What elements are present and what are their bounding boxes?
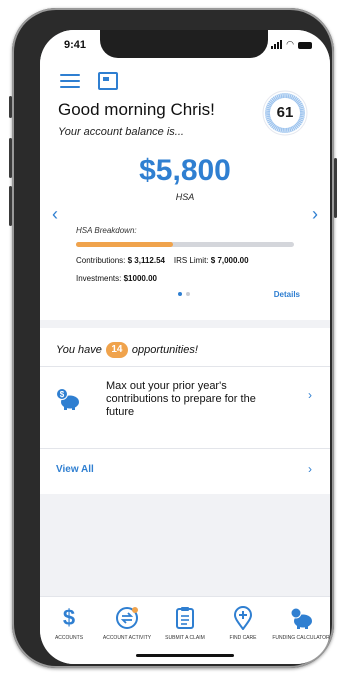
svg-text:$: $ — [60, 390, 65, 399]
opportunities-card: You have 14 opportunities! $ Max out you… — [40, 328, 330, 494]
battery-icon — [298, 42, 312, 49]
account-type: HSA — [175, 192, 195, 202]
balance-amount: $5,800 — [139, 154, 231, 187]
breakdown-label: HSA Breakdown: — [76, 226, 137, 235]
tab-label: ACCOUNT ACTIVITY — [102, 635, 152, 641]
next-account-chevron-icon[interactable]: › — [312, 204, 318, 225]
balance-card: Good morning Chris! Your account balance… — [40, 30, 330, 320]
wifi-icon: ◠ — [286, 39, 294, 49]
side-button — [9, 186, 12, 226]
side-button — [9, 138, 12, 178]
details-link[interactable]: Details — [274, 290, 300, 299]
tab-funding-calculator[interactable]: FUNDING CALCULATOR — [272, 605, 330, 641]
contribution-progress-bar — [76, 242, 294, 247]
balance-label: Your account balance is... — [58, 126, 184, 138]
status-icons: ◠ — [271, 40, 312, 49]
chevron-right-icon: › — [308, 388, 312, 402]
tab-accounts[interactable]: $ ACCOUNTS — [40, 605, 98, 641]
wellness-score[interactable]: 61 — [262, 90, 308, 136]
page-dot — [186, 292, 190, 296]
divider — [40, 448, 330, 449]
clipboard-icon — [156, 605, 214, 631]
investments-label: Investments: — [76, 274, 122, 283]
irs-limit-label: IRS Limit: — [173, 256, 209, 265]
status-time: 9:41 — [64, 39, 87, 51]
menu-icon[interactable] — [60, 74, 80, 92]
contribution-progress-fill — [76, 242, 173, 247]
opportunities-count-badge: 14 — [105, 342, 128, 358]
greeting: Good morning Chris! — [58, 100, 215, 119]
side-button — [9, 96, 12, 118]
tab-find-care[interactable]: FIND CARE — [214, 605, 272, 641]
divider — [40, 366, 330, 367]
tab-label: FIND CARE — [229, 635, 257, 641]
phone-frame: 9:41 ◠ Good morning Chris! Your account … — [9, 8, 337, 668]
location-pin-plus-icon — [214, 605, 272, 631]
contributions-label: Contributions: — [76, 256, 126, 265]
signal-icon — [271, 40, 283, 49]
tab-label: ACCOUNTS — [54, 635, 84, 641]
opportunities-suffix: opportunities! — [131, 344, 198, 356]
chevron-right-icon[interactable]: › — [308, 462, 312, 476]
home-indicator — [136, 654, 234, 657]
tab-label: FUNDING CALCULATOR — [272, 635, 330, 641]
irs-limit-value: $ 7,000.00 — [210, 256, 249, 265]
previous-account-chevron-icon[interactable]: ‹ — [52, 204, 58, 225]
tab-submit-claim[interactable]: SUBMIT A CLAIM — [156, 605, 214, 641]
opportunity-text: Max out your prior year's contributions … — [106, 380, 256, 418]
contributions-value: $ 3,112.54 — [127, 256, 165, 265]
piggy-bank-dollar-icon: $ — [56, 388, 79, 410]
investments-row: Investments: $1000.00 — [76, 274, 157, 283]
account-activity-icon — [98, 605, 156, 631]
opportunities-prefix: You have — [56, 344, 102, 356]
contributions-row: Contributions: $ 3,112.54 IRS Limit: $ 7… — [76, 256, 249, 265]
power-button — [334, 158, 337, 218]
score-value: 61 — [276, 104, 294, 121]
status-bar: 9:41 ◠ — [40, 36, 330, 56]
opportunities-title: You have 14 opportunities! — [56, 342, 198, 358]
app-screen: 9:41 ◠ Good morning Chris! Your account … — [40, 30, 330, 664]
tab-account-activity[interactable]: ACCOUNT ACTIVITY — [98, 605, 156, 641]
tab-bar: $ ACCOUNTS ACCOUNT ACTIVITY SUBMIT A CLA… — [40, 596, 330, 664]
page-indicator — [178, 292, 190, 296]
view-all-link[interactable]: View All — [56, 464, 94, 475]
piggy-bank-icon — [272, 605, 330, 631]
scan-card-icon[interactable] — [98, 72, 118, 90]
page-dot-active — [178, 292, 182, 296]
dollar-icon: $ — [62, 605, 76, 630]
investments-value: $1000.00 — [123, 274, 157, 283]
tab-label: SUBMIT A CLAIM — [165, 635, 205, 641]
